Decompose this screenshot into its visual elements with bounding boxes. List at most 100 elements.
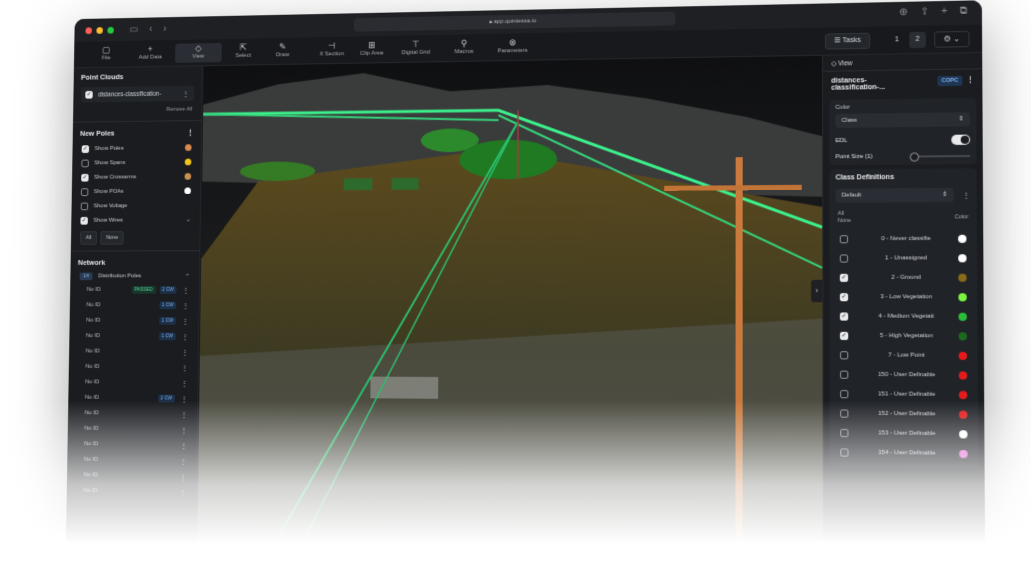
kebab-icon[interactable]: ⋮: [180, 410, 188, 419]
layer-checkbox[interactable]: [80, 187, 89, 196]
point-cloud-scene[interactable]: [197, 55, 823, 569]
tool-clip-area[interactable]: ⊞ Clip Area: [348, 40, 396, 57]
class-row[interactable]: ✓ 5 - High Vegetation: [830, 326, 978, 346]
kebab-icon[interactable]: ⋮: [967, 75, 974, 83]
class-checkbox[interactable]: ✓: [839, 311, 849, 321]
kebab-icon[interactable]: ⋮: [181, 332, 189, 341]
pole-layer-row[interactable]: ✓ Show Crossarms: [72, 169, 201, 184]
class-color-swatch[interactable]: [959, 449, 968, 458]
class-row[interactable]: 7 - Low Point: [830, 345, 978, 365]
class-row[interactable]: 152 - User Definable: [830, 403, 978, 424]
layer-color-swatch[interactable]: [184, 187, 191, 195]
pole-list-item[interactable]: No ID ⋮: [68, 421, 197, 438]
wooden-pole[interactable]: [735, 157, 743, 569]
class-row[interactable]: ✓ 4 - Medium Vegetati: [830, 306, 978, 326]
kebab-icon[interactable]: ⋮: [179, 488, 187, 497]
class-color-swatch[interactable]: [958, 234, 967, 243]
back-icon[interactable]: ‹: [149, 24, 152, 35]
class-checkbox[interactable]: [840, 389, 849, 398]
kebab-icon[interactable]: ⋮: [181, 363, 189, 372]
page-2-button[interactable]: 2: [909, 31, 926, 49]
kebab-icon[interactable]: ⋮: [182, 317, 190, 326]
edl-toggle[interactable]: [951, 134, 971, 145]
select-all-classes[interactable]: All: [838, 211, 844, 217]
layer-color-swatch[interactable]: [184, 158, 192, 166]
class-checkbox[interactable]: ✓: [839, 292, 849, 301]
kebab-icon[interactable]: ⋮: [187, 128, 194, 137]
tool-parameters[interactable]: ⊗ Parameters: [488, 37, 537, 55]
layer-color-swatch[interactable]: [184, 173, 192, 180]
forward-icon[interactable]: ›: [163, 23, 166, 34]
pole-layer-row[interactable]: Show Spans: [72, 155, 201, 171]
kebab-icon[interactable]: ⋮: [182, 301, 190, 310]
point-cloud-checkbox[interactable]: ✓: [85, 90, 93, 99]
tool-file[interactable]: ▢ File: [83, 45, 129, 62]
sidebar-toggle-icon[interactable]: ▭: [129, 24, 138, 35]
kebab-icon[interactable]: ⋮: [180, 394, 188, 403]
pole-layer-row[interactable]: ✓ Show Wires ⌄: [71, 212, 200, 227]
select-all-button[interactable]: All: [80, 231, 97, 245]
pole-list-item[interactable]: No ID ⋮: [69, 374, 198, 390]
remove-all-button[interactable]: Remove All: [73, 103, 201, 120]
share-icon[interactable]: ⇪: [920, 6, 929, 17]
class-checkbox[interactable]: [839, 234, 848, 243]
crossarm[interactable]: [664, 184, 802, 191]
class-color-swatch[interactable]: [958, 370, 968, 380]
class-checkbox[interactable]: [840, 370, 849, 379]
3d-viewer[interactable]: › CESIUM: [197, 55, 823, 569]
chevron-up-icon[interactable]: ⌃: [185, 273, 190, 280]
class-row[interactable]: ✓ 2 - Ground: [830, 268, 978, 288]
kebab-icon[interactable]: ⋮: [182, 286, 190, 295]
class-row[interactable]: 153 - User Definable: [830, 423, 978, 444]
layer-checkbox[interactable]: [81, 159, 89, 167]
class-checkbox[interactable]: [839, 253, 849, 263]
pole-layer-row[interactable]: Show Voltage: [71, 198, 200, 213]
pole-list-item[interactable]: No ID ⋮: [67, 452, 196, 469]
class-checkbox[interactable]: ✓: [839, 331, 849, 340]
collapse-panel-button[interactable]: ›: [811, 279, 823, 303]
pole-layer-row[interactable]: ✓ Show Poles: [72, 140, 200, 156]
select-none-button[interactable]: None: [100, 231, 124, 245]
layer-checkbox[interactable]: ✓: [81, 173, 89, 182]
pole-list-item[interactable]: No ID PASSED 2 CW ⋮: [70, 282, 199, 298]
kebab-icon[interactable]: ⋮: [180, 425, 188, 434]
class-color-swatch[interactable]: [959, 429, 968, 439]
kebab-icon[interactable]: ⋮: [179, 472, 187, 481]
tool-draw[interactable]: ✎ Draw: [259, 41, 306, 59]
distribution-poles-group[interactable]: 14 Distribution Poles ⌃: [70, 271, 199, 283]
class-checkbox[interactable]: [840, 447, 849, 457]
color-select[interactable]: Class ⇕: [835, 112, 971, 128]
class-color-swatch[interactable]: [958, 390, 968, 399]
class-row[interactable]: 150 - User Definable: [830, 364, 978, 384]
class-checkbox[interactable]: ✓: [839, 273, 849, 282]
class-color-swatch[interactable]: [958, 410, 968, 419]
tabs-icon[interactable]: ⧉: [960, 6, 968, 17]
class-row[interactable]: 154 - User Definable: [830, 442, 978, 463]
chevron-down-icon[interactable]: ⌄: [186, 216, 191, 223]
pole-list-item[interactable]: No ID ⋮: [69, 359, 198, 375]
class-row[interactable]: 151 - User Definable: [830, 384, 978, 405]
class-checkbox[interactable]: [840, 428, 849, 437]
point-cloud-item[interactable]: ✓ distances-classification- ⋮: [80, 85, 195, 103]
download-icon[interactable]: ⊕: [899, 7, 908, 18]
class-row[interactable]: 1 - Unassigned: [829, 248, 977, 268]
kebab-icon[interactable]: ⋮: [962, 190, 970, 199]
pole-list-item[interactable]: No ID 1 CW ⋮: [70, 298, 199, 314]
kebab-icon[interactable]: ⋮: [180, 441, 188, 450]
pole-layer-row[interactable]: Show POAs: [72, 184, 201, 199]
page-1-button[interactable]: 1: [889, 32, 906, 48]
minimize-dot[interactable]: [96, 26, 103, 34]
pole-list-item[interactable]: No ID 1 CW ⋮: [69, 328, 198, 344]
class-color-swatch[interactable]: [958, 292, 967, 301]
class-row[interactable]: 0 - Never classifie: [829, 229, 977, 249]
kebab-icon[interactable]: ⋮: [181, 379, 189, 388]
pole-list-item[interactable]: No ID 1 CW ⋮: [70, 313, 199, 329]
pole-list-item[interactable]: No ID ⋮: [68, 405, 197, 422]
pole-list-item[interactable]: No ID ⋮: [67, 436, 196, 453]
pole-list-item[interactable]: No ID ⋮: [67, 483, 197, 501]
class-checkbox[interactable]: [840, 350, 849, 359]
tool-view[interactable]: ◇ View: [175, 42, 222, 63]
preset-select[interactable]: Default ⇕: [835, 187, 954, 203]
tool-digital-grid[interactable]: ⊤ Digital Grid: [392, 39, 440, 56]
kebab-icon[interactable]: ⋮: [180, 457, 188, 466]
